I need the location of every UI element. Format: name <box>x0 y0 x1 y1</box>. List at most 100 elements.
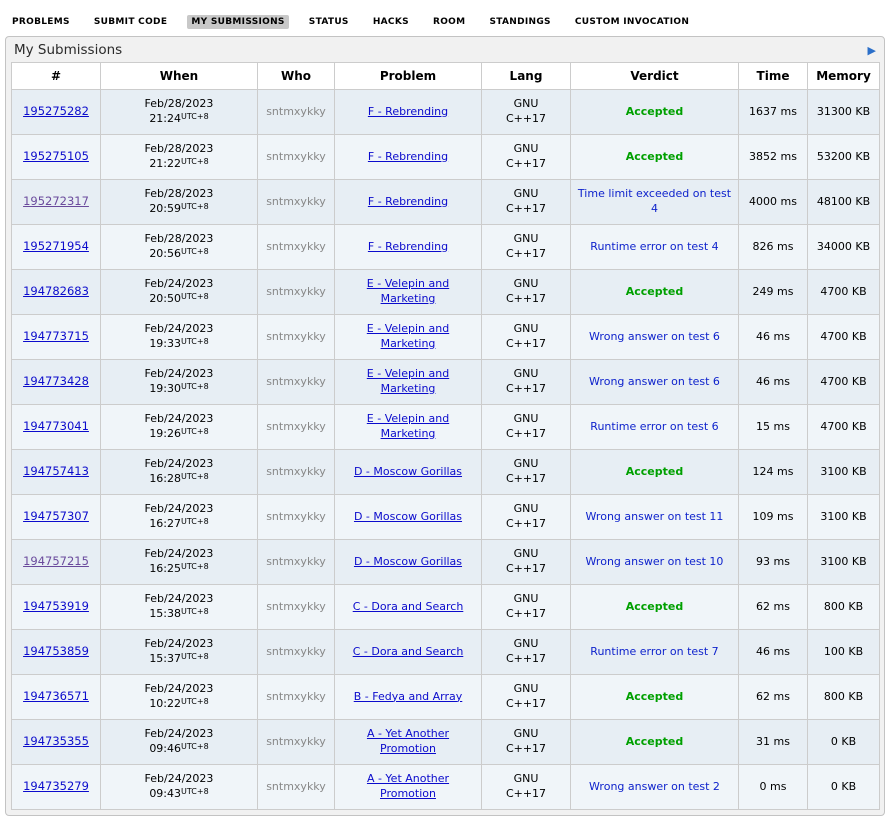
submission-time: 20:50UTC+8 <box>104 292 254 307</box>
problem-link[interactable]: D - Moscow Gorillas <box>354 510 462 523</box>
submission-memory-cell: 800 KB <box>808 585 880 630</box>
submission-id-link[interactable]: 195275105 <box>23 149 89 163</box>
submission-verdict-cell: Wrong answer on test 6 <box>571 360 739 405</box>
submission-problem-cell: F - Rebrending <box>335 180 482 225</box>
submission-id-link[interactable]: 194757215 <box>23 554 89 568</box>
nav-hacks[interactable]: HACKS <box>369 15 413 29</box>
problem-link[interactable]: F - Rebrending <box>368 105 448 118</box>
submission-row: 194773041 Feb/24/2023 19:26UTC+8 sntmxyk… <box>12 405 880 450</box>
submission-id-cell: 195275282 <box>12 90 101 135</box>
nav-my-submissions[interactable]: MY SUBMISSIONS <box>187 15 288 29</box>
verdict-text[interactable]: Wrong answer on test 2 <box>589 780 720 793</box>
user-link[interactable]: sntmxykky <box>266 690 326 703</box>
nav-submit-code[interactable]: SUBMIT CODE <box>90 15 171 29</box>
submission-id-link[interactable]: 194773428 <box>23 374 89 388</box>
verdict-text[interactable]: Accepted <box>626 735 683 748</box>
verdict-text[interactable]: Wrong answer on test 10 <box>586 555 724 568</box>
verdict-text[interactable]: Runtime error on test 6 <box>590 420 718 433</box>
submission-row: 195271954 Feb/28/2023 20:56UTC+8 sntmxyk… <box>12 225 880 270</box>
problem-link[interactable]: F - Rebrending <box>368 150 448 163</box>
problem-link[interactable]: F - Rebrending <box>368 240 448 253</box>
verdict-text[interactable]: Runtime error on test 4 <box>590 240 718 253</box>
submission-date: Feb/24/2023 <box>104 367 254 382</box>
col-header-who: Who <box>258 63 335 90</box>
submission-id-link[interactable]: 194757307 <box>23 509 89 523</box>
user-link[interactable]: sntmxykky <box>266 150 326 163</box>
verdict-text[interactable]: Accepted <box>626 600 683 613</box>
verdict-text[interactable]: Accepted <box>626 690 683 703</box>
problem-link[interactable]: E - Velepin and Marketing <box>367 277 449 305</box>
verdict-text[interactable]: Wrong answer on test 11 <box>586 510 724 523</box>
problem-link[interactable]: C - Dora and Search <box>353 645 464 658</box>
nav-status[interactable]: STATUS <box>305 15 353 29</box>
verdict-text[interactable]: Time limit exceeded on test 4 <box>578 187 731 215</box>
problem-link[interactable]: F - Rebrending <box>368 195 448 208</box>
problem-link[interactable]: D - Moscow Gorillas <box>354 465 462 478</box>
user-link[interactable]: sntmxykky <box>266 285 326 298</box>
user-link[interactable]: sntmxykky <box>266 645 326 658</box>
nav-problems[interactable]: PROBLEMS <box>8 15 74 29</box>
user-link[interactable]: sntmxykky <box>266 510 326 523</box>
timezone-label: UTC+8 <box>181 382 209 391</box>
user-link[interactable]: sntmxykky <box>266 105 326 118</box>
submission-who-cell: sntmxykky <box>258 135 335 180</box>
submission-id-link[interactable]: 194773041 <box>23 419 89 433</box>
verdict-text[interactable]: Accepted <box>626 150 683 163</box>
expand-arrow-icon[interactable]: ▶ <box>868 45 876 56</box>
verdict-text[interactable]: Accepted <box>626 285 683 298</box>
nav-room[interactable]: ROOM <box>429 15 469 29</box>
problem-link[interactable]: E - Velepin and Marketing <box>367 367 449 395</box>
user-link[interactable]: sntmxykky <box>266 420 326 433</box>
verdict-text[interactable]: Accepted <box>626 465 683 478</box>
submission-id-link[interactable]: 195272317 <box>23 194 89 208</box>
submission-exec-time-cell: 93 ms <box>739 540 808 585</box>
submission-row: 194736571 Feb/24/2023 10:22UTC+8 sntmxyk… <box>12 675 880 720</box>
submission-id-link[interactable]: 194753859 <box>23 644 89 658</box>
submission-problem-cell: E - Velepin and Marketing <box>335 270 482 315</box>
problem-link[interactable]: E - Velepin and Marketing <box>367 322 449 350</box>
verdict-text[interactable]: Accepted <box>626 105 683 118</box>
problem-link[interactable]: A - Yet Another Promotion <box>367 727 449 755</box>
problem-link[interactable]: E - Velepin and Marketing <box>367 412 449 440</box>
user-link[interactable]: sntmxykky <box>266 735 326 748</box>
timezone-label: UTC+8 <box>181 787 209 796</box>
submission-id-link[interactable]: 194773715 <box>23 329 89 343</box>
submission-id-link[interactable]: 194757413 <box>23 464 89 478</box>
timezone-label: UTC+8 <box>181 247 209 256</box>
submission-time: 09:43UTC+8 <box>104 787 254 802</box>
submission-id-link[interactable]: 194735279 <box>23 779 89 793</box>
user-link[interactable]: sntmxykky <box>266 240 326 253</box>
submission-time: 10:22UTC+8 <box>104 697 254 712</box>
submission-id-link[interactable]: 194736571 <box>23 689 89 703</box>
submission-when-cell: Feb/24/2023 10:22UTC+8 <box>101 675 258 720</box>
problem-link[interactable]: D - Moscow Gorillas <box>354 555 462 568</box>
submission-id-link[interactable]: 194735355 <box>23 734 89 748</box>
submission-lang-cell: GNU C++17 <box>482 360 571 405</box>
verdict-text[interactable]: Wrong answer on test 6 <box>589 330 720 343</box>
nav-standings[interactable]: STANDINGS <box>485 15 554 29</box>
nav-custom-invocation[interactable]: CUSTOM INVOCATION <box>571 15 693 29</box>
user-link[interactable]: sntmxykky <box>266 600 326 613</box>
user-link[interactable]: sntmxykky <box>266 330 326 343</box>
user-link[interactable]: sntmxykky <box>266 195 326 208</box>
user-link[interactable]: sntmxykky <box>266 555 326 568</box>
user-link[interactable]: sntmxykky <box>266 780 326 793</box>
verdict-text[interactable]: Wrong answer on test 6 <box>589 375 720 388</box>
submission-exec-time-cell: 31 ms <box>739 720 808 765</box>
problem-link[interactable]: A - Yet Another Promotion <box>367 772 449 800</box>
user-link[interactable]: sntmxykky <box>266 375 326 388</box>
submission-exec-time-cell: 46 ms <box>739 630 808 675</box>
submission-date: Feb/24/2023 <box>104 277 254 292</box>
submission-id-link[interactable]: 194782683 <box>23 284 89 298</box>
contest-nav: PROBLEMS SUBMIT CODE MY SUBMISSIONS STAT… <box>0 0 890 35</box>
problem-link[interactable]: B - Fedya and Array <box>354 690 463 703</box>
header-row: # When Who Problem Lang Verdict Time Mem… <box>12 63 880 90</box>
submission-id-link[interactable]: 195271954 <box>23 239 89 253</box>
panel-caption: My Submissions ▶ <box>6 37 884 62</box>
submission-id-link[interactable]: 195275282 <box>23 104 89 118</box>
verdict-text[interactable]: Runtime error on test 7 <box>590 645 718 658</box>
submission-id-link[interactable]: 194753919 <box>23 599 89 613</box>
problem-link[interactable]: C - Dora and Search <box>353 600 464 613</box>
user-link[interactable]: sntmxykky <box>266 465 326 478</box>
submission-row: 194735355 Feb/24/2023 09:46UTC+8 sntmxyk… <box>12 720 880 765</box>
